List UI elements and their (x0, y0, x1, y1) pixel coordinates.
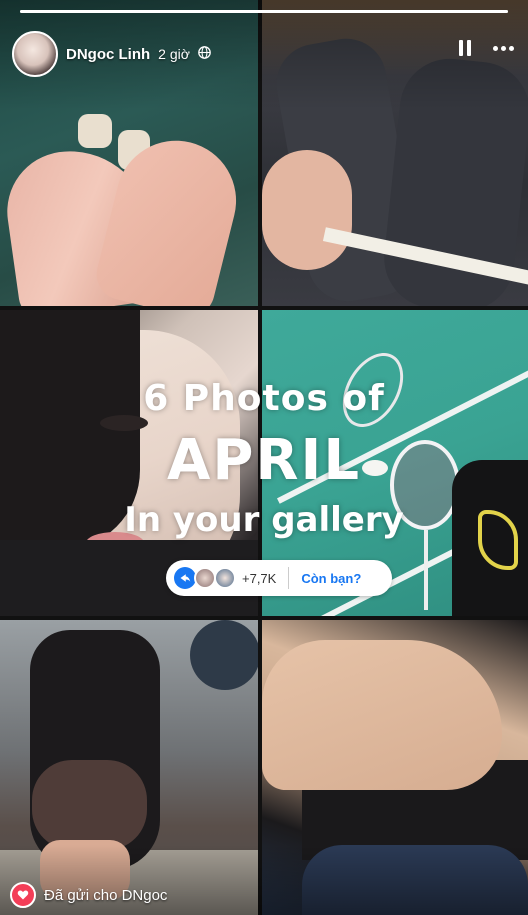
story-progress-bar (20, 10, 508, 13)
hand-shape (262, 150, 352, 270)
share-count: +7,7K (242, 570, 277, 586)
headline-line-3: In your gallery (124, 500, 404, 540)
arm-shape (262, 640, 502, 790)
story-progress-fill (20, 10, 508, 13)
exercise-ball-shape (190, 620, 258, 690)
headline-line-1: 6 Photos of (143, 378, 385, 419)
pill-divider (288, 567, 290, 589)
sent-to-label: Đã gửi cho DNgoc (44, 886, 168, 904)
leg-shape (91, 128, 249, 306)
globe-icon (198, 46, 211, 62)
shorts-shape (32, 760, 147, 850)
headline-line-2: APRIL (166, 428, 362, 493)
story-controls (459, 40, 514, 56)
more-options-icon[interactable] (493, 45, 514, 51)
story-viewer[interactable]: DNgoc Linh 2 giờ 6 Photos of APRIL In yo… (0, 0, 528, 915)
share-arrow-icon[interactable] (174, 567, 196, 589)
racket-handle (424, 530, 428, 610)
reactor-avatar (214, 567, 236, 589)
shoe-shape (78, 114, 112, 148)
what-about-you-button[interactable]: Còn bạn? (301, 571, 361, 586)
post-time: 2 giờ (158, 46, 190, 62)
sent-status: Đã gửi cho DNgoc (10, 882, 167, 908)
heart-icon (10, 882, 36, 908)
pause-icon[interactable] (459, 40, 471, 56)
reactions-pill[interactable]: +7,7K Còn bạn? (166, 560, 392, 596)
reactor-avatar (194, 567, 216, 589)
author-name[interactable]: DNgoc Linh (66, 46, 150, 63)
avatar[interactable] (12, 31, 58, 77)
story-header: DNgoc Linh 2 giờ (12, 30, 211, 78)
